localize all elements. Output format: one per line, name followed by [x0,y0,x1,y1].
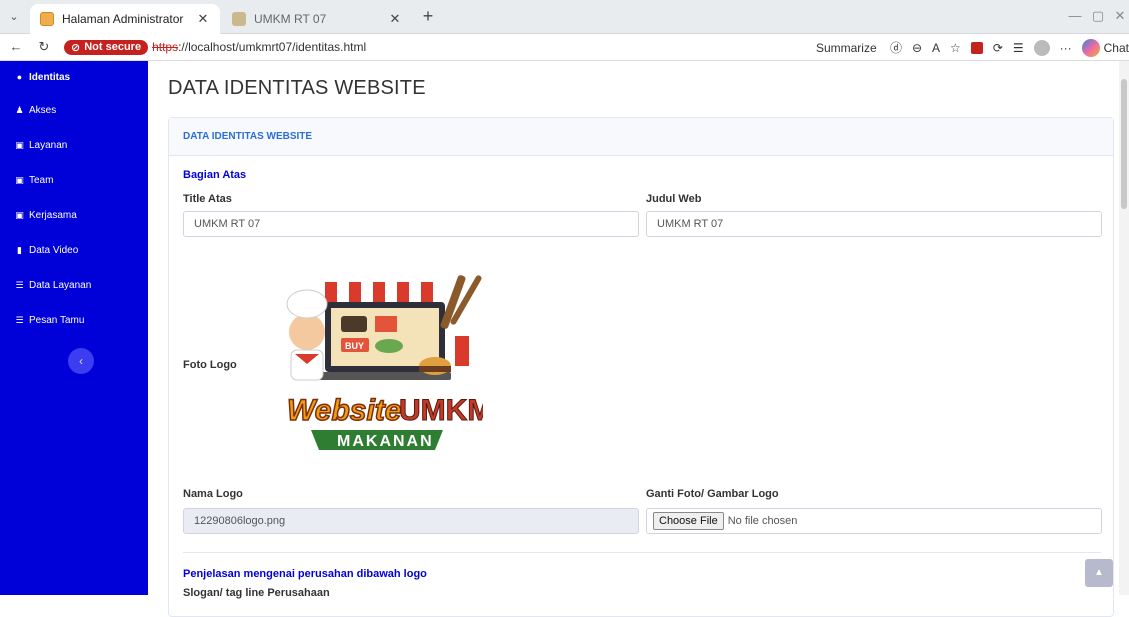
title-atas-input[interactable]: UMKM RT 07 [183,211,639,237]
image-icon: ▣ [15,210,24,220]
logo-makanan-text: MAKANAN [337,433,434,450]
identitas-card: DATA IDENTITAS WEBSITE Bagian Atas Title… [168,117,1114,617]
card-title: DATA IDENTITAS WEBSITE [169,118,1113,156]
sidebar-item-akses[interactable]: ♟ Akses [0,93,148,128]
summarize-button[interactable]: Summarize ⓓ [816,39,902,56]
sidebar-item-layanan[interactable]: ▣ Layanan [0,128,148,163]
zoom-icon[interactable]: ⊖ [912,41,922,55]
logo-image: BUY Website UMKM MAKANAN [286,275,493,450]
tab-umkm-rt-07[interactable]: UMKM RT 07 ✕ [222,4,412,34]
browser-tab-bar: ⌄ Halaman Administrator ✕ UMKM RT 07 ✕ +… [0,0,1129,34]
not-secure-badge[interactable]: ⊘ Not secure [64,39,149,55]
title-atas-label: Title Atas [183,193,232,205]
read-aloud-icon[interactable]: A [932,41,940,55]
nama-logo-input: 12290806logo.png [183,508,639,534]
admin-favicon-icon [40,12,54,26]
tab-title: UMKM RT 07 [254,12,327,26]
list-icon: ☰ [15,315,24,325]
list-icon: ☰ [15,280,24,290]
tab-title: Halaman Administrator [62,12,184,26]
sidebar-item-label: Pesan Tamu [29,315,85,326]
favorite-star-icon[interactable]: ☆ [950,41,961,55]
scroll-to-top-button[interactable]: ▲ [1085,559,1113,587]
more-menu-icon[interactable]: ··· [1060,41,1072,55]
section-title-penjelasan: Penjelasan mengenai perusahan dibawah lo… [183,568,427,580]
url-field[interactable]: ⊘ Not secure https ://localhost/umkmrt07/… [64,39,367,55]
image-icon: ▣ [15,140,24,150]
reload-icon[interactable]: ↻ [32,36,56,58]
browser-toolbar: Summarize ⓓ ⊖ A ☆ ⟳ ☰ ··· Chat [816,34,1129,61]
chat-label[interactable]: Chat [1104,41,1129,55]
maximize-icon[interactable]: ▢ [1088,8,1108,24]
sidebar-item-pesan-tamu[interactable]: ☰ Pesan Tamu [0,303,148,338]
judul-web-label: Judul Web [646,193,702,205]
sidebar-collapse-button[interactable]: ‹ [68,348,94,374]
sidebar: ● Identitas ♟ Akses ▣ Layanan ▣ Team ▣ K… [0,61,148,595]
close-icon[interactable]: ✕ [196,11,210,27]
close-icon[interactable]: ✕ [388,11,402,27]
sidebar-item-label: Data Layanan [29,280,92,291]
copilot-icon[interactable] [1081,38,1100,57]
minimize-icon[interactable]: — [1065,8,1085,23]
sidebar-item-label: Identitas [29,71,71,83]
extension-icon[interactable] [970,41,983,54]
section-title-bagian-atas: Bagian Atas [183,169,247,181]
logo-website-text: Website [287,394,401,427]
back-arrow-icon[interactable]: ← [4,36,28,58]
scrollbar-thumb[interactable] [1121,79,1127,209]
sidebar-item-label: Team [29,175,54,186]
extensions-puzzle-icon[interactable]: ⟳ [993,41,1003,55]
nama-logo-label: Nama Logo [183,488,243,500]
sidebar-item-label: Kerjasama [29,210,77,221]
address-bar: ← ↻ ⊘ Not secure https ://localhost/umkmr… [0,34,1129,61]
logo-buy-text: BUY [345,341,364,351]
slogan-label: Slogan/ tag line Perusahaan [183,587,330,599]
warning-icon: ⊘ [71,41,81,54]
page-title: DATA IDENTITAS WEBSITE [168,77,426,99]
tab-halaman-administrator[interactable]: Halaman Administrator ✕ [30,4,220,34]
sidebar-item-data-layanan[interactable]: ☰ Data Layanan [0,268,148,303]
section-divider [183,552,1101,553]
sidebar-item-label: Layanan [29,140,68,151]
sidebar-item-data-video[interactable]: ▮ Data Video [0,233,148,268]
url-path: ://localhost/umkmrt07/identitas.html [178,40,367,54]
umkm-favicon-icon [232,12,246,26]
page-scrollbar[interactable] [1119,61,1129,595]
favorites-list-icon[interactable]: ☰ [1013,41,1024,55]
sidebar-item-identitas[interactable]: ● Identitas [0,61,148,93]
image-icon: ▣ [15,175,24,185]
ganti-logo-label: Ganti Foto/ Gambar Logo [646,488,779,500]
user-circle-icon: ● [16,72,23,82]
sidebar-item-label: Akses [29,105,57,116]
website-logo: BUY Website UMKM MAKANAN [267,254,493,470]
file-icon: ▮ [17,245,22,255]
new-tab-button[interactable]: + [418,6,438,26]
logo-umkm-text: UMKM [399,394,483,427]
no-file-chosen-text: No file chosen [727,515,798,527]
tab-actions-chevron-icon[interactable]: ⌄ [6,9,22,25]
page: ● Identitas ♟ Akses ▣ Layanan ▣ Team ▣ K… [0,61,1129,617]
main-content: DATA IDENTITAS WEBSITE DATA IDENTITAS WE… [148,61,1129,617]
users-icon: ♟ [15,105,24,115]
logo-file-input[interactable]: Choose File No file chosen [646,508,1102,534]
sidebar-item-team[interactable]: ▣ Team [0,163,148,198]
sidebar-item-label: Data Video [29,245,79,256]
foto-logo-label: Foto Logo [183,359,237,371]
url-scheme: https [152,40,179,54]
judul-web-input[interactable]: UMKM RT 07 [646,211,1102,237]
sidebar-item-kerjasama[interactable]: ▣ Kerjasama [0,198,148,233]
profile-avatar[interactable] [1033,39,1050,56]
choose-file-button[interactable]: Choose File [653,512,724,530]
window-close-icon[interactable]: ✕ [1110,8,1129,24]
